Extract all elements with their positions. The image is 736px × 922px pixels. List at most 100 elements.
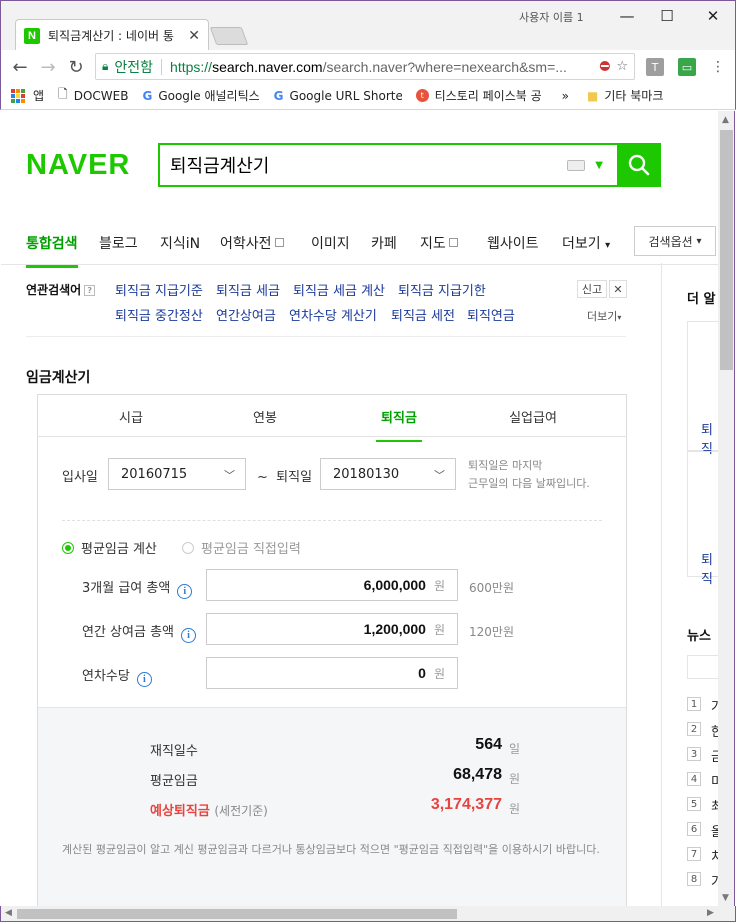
address-bar[interactable]: 🔒︎ 안전함 https://search.naver.com/search.n… [95, 53, 635, 80]
close-related-icon[interactable]: ✕ [609, 280, 627, 298]
bookmarks-overflow-button[interactable]: » [562, 89, 569, 103]
menu-kebab-icon[interactable]: ⋮ [707, 56, 729, 78]
url-text[interactable]: https://search.naver.com/search.naver?wh… [170, 59, 593, 75]
bookmark-google-url-shortener[interactable]: G Google URL Shorten [274, 89, 402, 103]
tab-severance-pay[interactable]: 퇴직금 [364, 407, 434, 442]
tab-annual-salary[interactable]: 연봉 [230, 407, 300, 426]
bookmark-apps[interactable]: 앱 [11, 87, 44, 104]
rank-title[interactable]: 금 [711, 746, 718, 765]
related-keyword[interactable]: 퇴직금 지급기한 [398, 280, 486, 299]
search-button[interactable] [617, 143, 661, 187]
bookmark-docweb[interactable]: 🗋 DOCWEB [58, 85, 128, 106]
rank-title[interactable]: 한 [711, 721, 718, 740]
rank-title[interactable]: 최 [711, 796, 718, 815]
related-more-button[interactable]: 더보기▾ [587, 308, 621, 324]
bookmark-star-icon[interactable]: ☆ [616, 59, 628, 74]
info-icon[interactable]: i [177, 584, 193, 599]
user-profile-label[interactable]: 사용자 이름 1 [519, 9, 584, 25]
right-rail-divider [661, 263, 662, 906]
extension-ticket-icon[interactable]: ▭ [678, 58, 696, 76]
naver-logo[interactable]: NAVER [26, 149, 130, 182]
related-keyword[interactable]: 퇴직금 중간정산 [115, 305, 203, 324]
reload-icon[interactable]: ↻ [65, 56, 87, 78]
tab-cafe[interactable]: 카페 [371, 233, 397, 253]
scroll-left-icon[interactable]: ◀ [5, 908, 12, 918]
annual-bonus-input[interactable]: 1,200,000 원 [206, 613, 458, 645]
tab-blog[interactable]: 블로그 [99, 233, 138, 253]
info-icon[interactable]: i [181, 628, 196, 643]
related-keyword[interactable]: 퇴직금 세전 [391, 305, 455, 324]
rank-title[interactable]: 미 [711, 771, 718, 790]
horizontal-scroll-thumb[interactable] [17, 909, 457, 919]
result-estimated-severance-value: 3,174,377 [430, 796, 502, 813]
rank-title[interactable]: 가 [711, 871, 718, 890]
rank-badge: 1 [687, 697, 701, 711]
web-page: NAVER ▼ 통합검색 블로그 지식iN 어학사전 이미지 카페 지도 웹사이… [1, 111, 718, 906]
result-estimated-severance-row: 예상퇴직금 (세전기준) 3,174,377 원 [150, 796, 520, 819]
search-input[interactable] [160, 145, 568, 185]
rank-badge: 6 [687, 822, 701, 836]
vertical-scrollbar[interactable]: ▲ ▼ [718, 111, 735, 906]
back-icon[interactable]: ← [9, 56, 31, 78]
extension-t-icon[interactable]: T [646, 58, 664, 76]
new-tab-button[interactable] [209, 27, 249, 45]
rail-link[interactable]: 퇴직 [701, 549, 718, 587]
related-keyword[interactable]: 연차수당 계산기 [289, 305, 377, 324]
keyboard-icon[interactable] [567, 159, 586, 171]
blocked-popup-icon[interactable]: ⛔︎ [599, 59, 610, 74]
autocomplete-toggle-icon[interactable]: ▼ [595, 160, 603, 171]
info-icon[interactable]: i [136, 672, 152, 687]
google-icon: G [273, 88, 284, 103]
annual-bonus-total-label: 연간 상여금 총액 i [82, 621, 196, 643]
result-estimated-severance-label: 예상퇴직금 (세전기준) [150, 804, 268, 819]
related-title: 연관검색어? [26, 281, 96, 298]
bookmark-other[interactable]: ■ 기타 북마크 [587, 87, 663, 104]
join-date-select[interactable]: 20160715 ﹀ [108, 458, 246, 490]
radio-average-wage-direct[interactable]: 평균임금 직접입력 [182, 538, 301, 557]
vertical-scroll-thumb[interactable] [720, 130, 733, 370]
three-month-pay-input[interactable]: 6,000,000 원 [206, 569, 458, 601]
apps-grid-icon [11, 88, 25, 103]
tab-hourly-wage[interactable]: 시급 [96, 407, 166, 426]
google-icon: G [142, 88, 153, 103]
secure-label: 안전함 [114, 59, 154, 76]
tab-dictionary[interactable]: 어학사전 [220, 233, 284, 253]
rank-title[interactable]: 올 [711, 821, 718, 840]
scroll-up-icon[interactable]: ▲ [722, 115, 729, 125]
tab-website[interactable]: 웹사이트 [487, 233, 539, 253]
leave-date-select[interactable]: 20180130 ﹀ [320, 458, 456, 490]
tab-kin[interactable]: 지식iN [160, 233, 200, 253]
bookmark-google-analytics[interactable]: G Google 애널리틱스 [142, 87, 259, 104]
related-keyword[interactable]: 퇴직금 지급기준 [115, 280, 203, 299]
rank-title[interactable]: 가 [711, 696, 718, 715]
minimize-icon[interactable]: — [607, 5, 647, 27]
related-keyword[interactable]: 퇴직연금 [467, 305, 515, 324]
horizontal-scrollbar[interactable]: ◀ ▶ [0, 906, 736, 922]
annual-leave-allowance-label: 연차수당 i [82, 665, 152, 687]
report-button[interactable]: 신고 [577, 280, 607, 298]
related-keyword[interactable]: 연간상여금 [216, 305, 276, 324]
tab-map[interactable]: 지도 [420, 233, 458, 253]
scroll-down-icon[interactable]: ▼ [722, 893, 729, 903]
tab-more[interactable]: 더보기 ▾ [562, 233, 610, 253]
tab-integrated-search[interactable]: 통합검색 [26, 233, 78, 268]
join-date-label: 입사일 [62, 470, 98, 485]
forward-icon[interactable]: → [37, 56, 59, 78]
tab-unemployment-benefit[interactable]: 실업급여 [498, 407, 568, 426]
tab-image[interactable]: 이미지 [311, 233, 350, 253]
rail-news-input[interactable] [687, 655, 718, 679]
bookmark-tistory[interactable]: t 티스토리 페이스북 공 [415, 87, 542, 104]
related-keyword[interactable]: 퇴직금 세금 [216, 280, 280, 299]
maximize-icon[interactable]: ☐ [647, 5, 687, 27]
close-window-icon[interactable]: ✕ [693, 5, 733, 27]
radio-average-wage-calc[interactable]: 평균임금 계산 [62, 538, 157, 557]
search-options-button[interactable]: 검색옵션 ▾ [634, 226, 716, 256]
rank-title[interactable]: 치 [711, 846, 718, 865]
browser-tab[interactable]: N 퇴직금계산기 : 네이버 통 ✕ [15, 19, 209, 51]
three-month-pay-total-label: 3개월 급여 총액 i [82, 577, 193, 599]
annual-leave-allowance-input[interactable]: 0원 [206, 657, 458, 689]
close-tab-icon[interactable]: ✕ [188, 28, 200, 44]
folder-icon: ■ [587, 88, 599, 103]
related-keyword[interactable]: 퇴직금 세금 계산 [293, 280, 385, 299]
scroll-right-icon[interactable]: ▶ [707, 908, 714, 918]
